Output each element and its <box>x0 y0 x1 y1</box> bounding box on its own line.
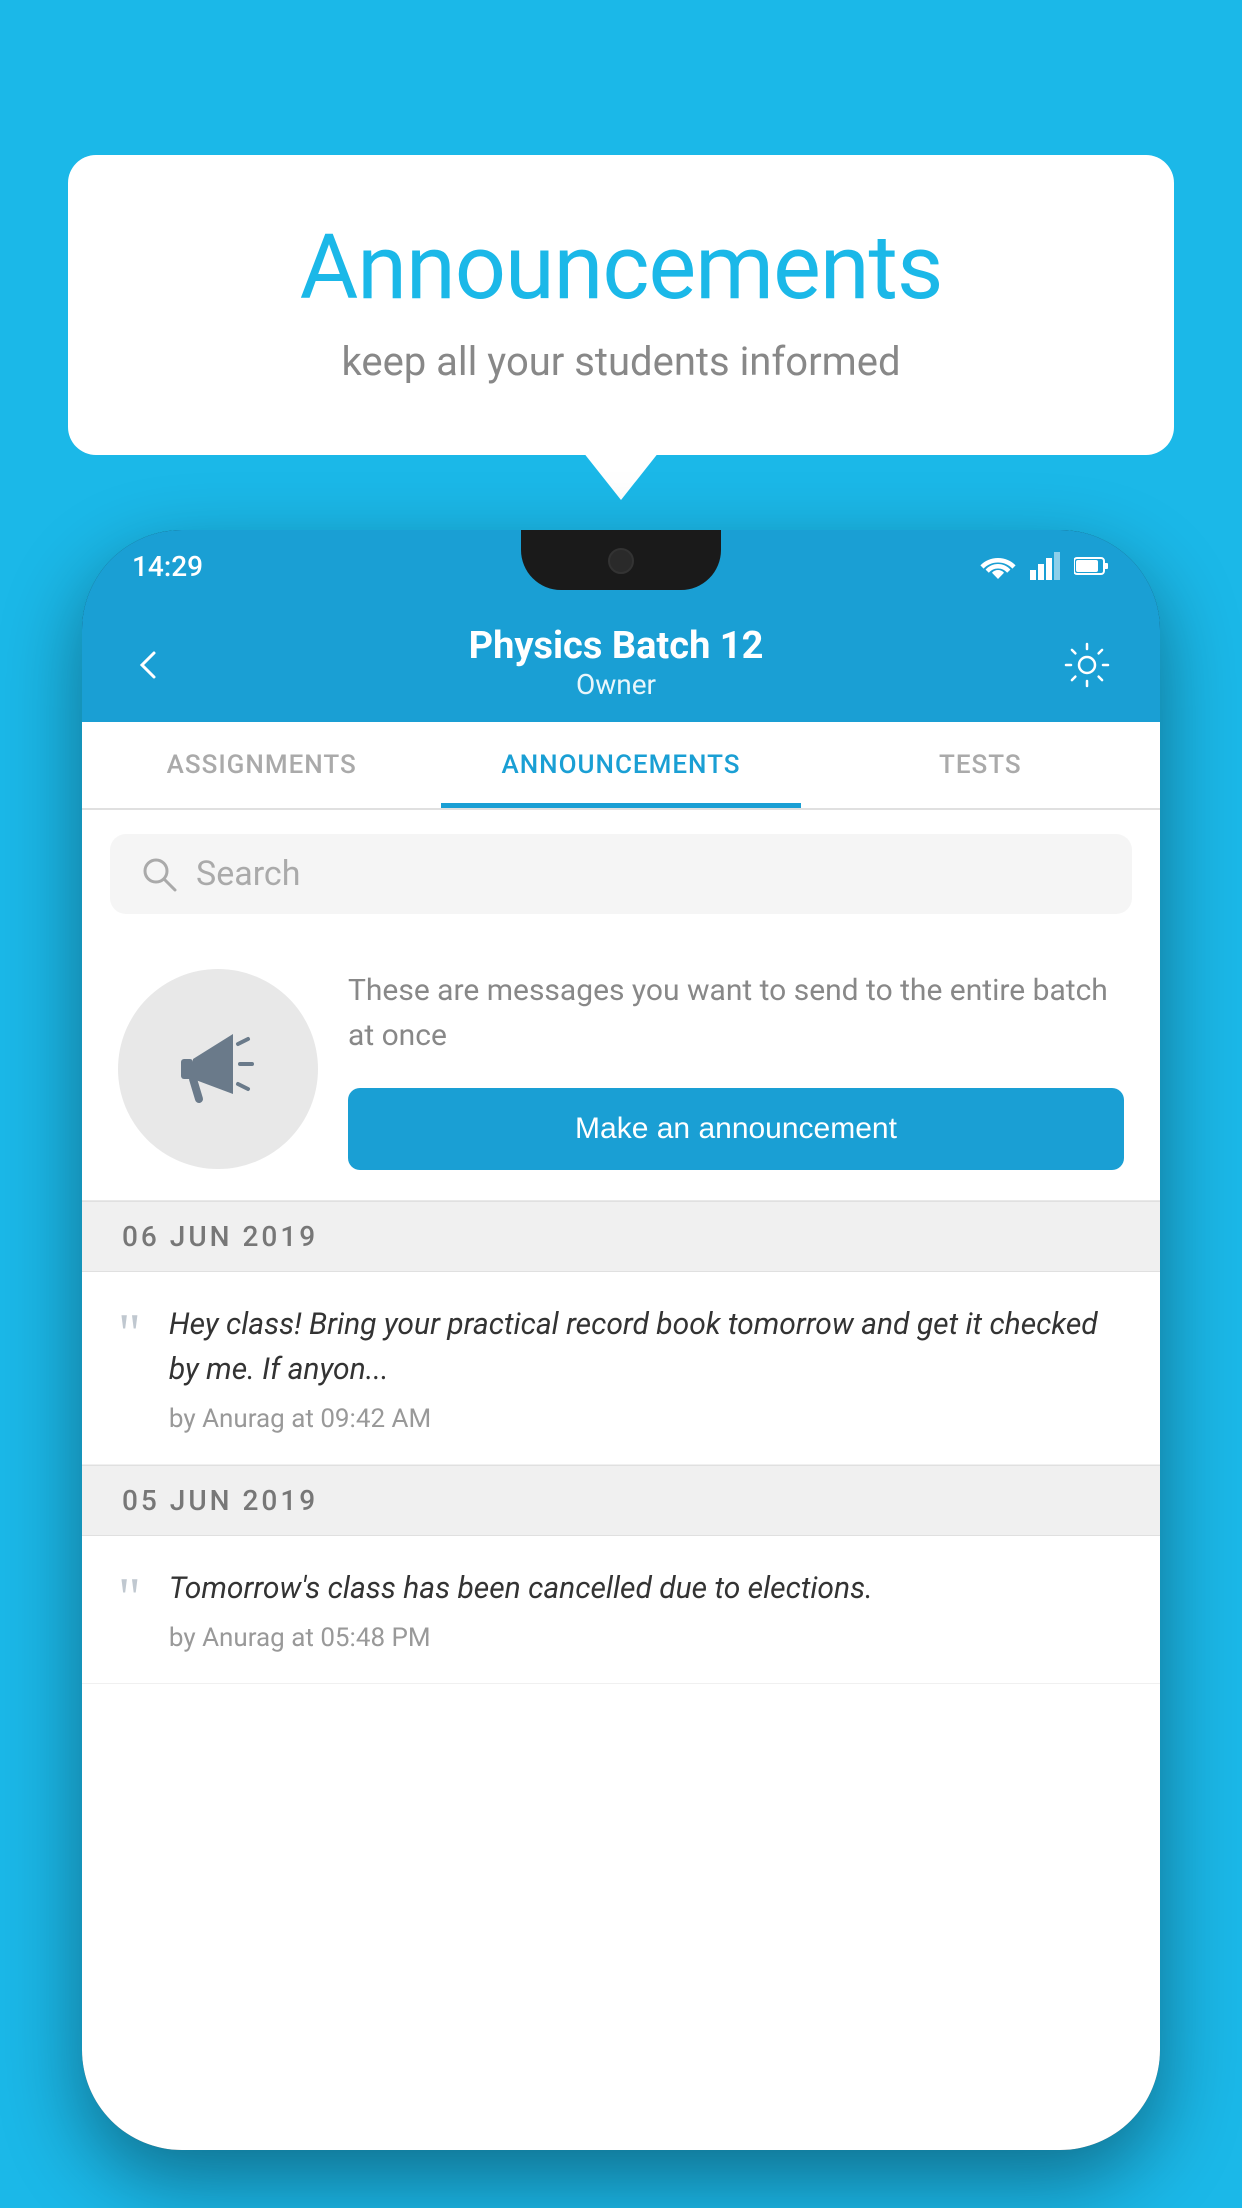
quote-icon-2: " <box>118 1570 141 1626</box>
settings-icon[interactable] <box>1054 626 1120 698</box>
bubble-subtitle: keep all your students informed <box>148 338 1094 385</box>
tab-tests[interactable]: TESTS <box>801 722 1160 808</box>
announcement-message-1: Hey class! Bring your practical record b… <box>169 1302 1124 1392</box>
bubble-title: Announcements <box>148 215 1094 320</box>
wifi-icon <box>980 552 1016 580</box>
battery-icon <box>1074 556 1110 576</box>
announcement-text-2: Tomorrow's class has been cancelled due … <box>169 1566 1124 1653</box>
announcement-item-1: " Hey class! Bring your practical record… <box>82 1272 1160 1465</box>
megaphone-circle <box>118 969 318 1169</box>
app-bar: Physics Batch 12 Owner <box>82 602 1160 722</box>
tabs-bar: ASSIGNMENTS ANNOUNCEMENTS TESTS <box>82 722 1160 810</box>
search-icon <box>140 855 178 893</box>
search-placeholder: Search <box>196 854 300 894</box>
tab-announcements[interactable]: ANNOUNCEMENTS <box>441 722 800 808</box>
batch-role: Owner <box>178 668 1054 701</box>
phone-wrapper: 14:29 <box>82 530 1160 2208</box>
announcement-author-2: by Anurag at 05:48 PM <box>169 1623 1124 1653</box>
phone-notch <box>521 530 721 590</box>
screen-content: Search These are messages you <box>82 810 1160 2150</box>
camera-dot <box>608 548 634 574</box>
announcement-message-2: Tomorrow's class has been cancelled due … <box>169 1566 1124 1611</box>
status-icons <box>980 552 1110 580</box>
announcement-author-1: by Anurag at 09:42 AM <box>169 1404 1124 1434</box>
phone-frame: 14:29 <box>82 530 1160 2150</box>
tab-assignments[interactable]: ASSIGNMENTS <box>82 722 441 808</box>
quote-icon-1: " <box>118 1306 141 1362</box>
date-header-1: 06 JUN 2019 <box>82 1201 1160 1272</box>
search-bar[interactable]: Search <box>110 834 1132 914</box>
promo-text-area: These are messages you want to send to t… <box>348 968 1124 1170</box>
back-button[interactable] <box>122 626 178 698</box>
date-header-2: 05 JUN 2019 <box>82 1465 1160 1536</box>
batch-name: Physics Batch 12 <box>178 624 1054 668</box>
speech-bubble: Announcements keep all your students inf… <box>68 155 1174 455</box>
speech-bubble-container: Announcements keep all your students inf… <box>68 155 1174 455</box>
app-bar-title: Physics Batch 12 Owner <box>178 624 1054 701</box>
megaphone-icon <box>163 1014 273 1124</box>
status-time: 14:29 <box>132 550 203 583</box>
promo-description: These are messages you want to send to t… <box>348 968 1124 1058</box>
announcement-item-2: " Tomorrow's class has been cancelled du… <box>82 1536 1160 1684</box>
signal-icon <box>1030 552 1060 580</box>
make-announcement-button[interactable]: Make an announcement <box>348 1088 1124 1170</box>
announcement-promo: These are messages you want to send to t… <box>82 938 1160 1201</box>
announcement-text-1: Hey class! Bring your practical record b… <box>169 1302 1124 1434</box>
